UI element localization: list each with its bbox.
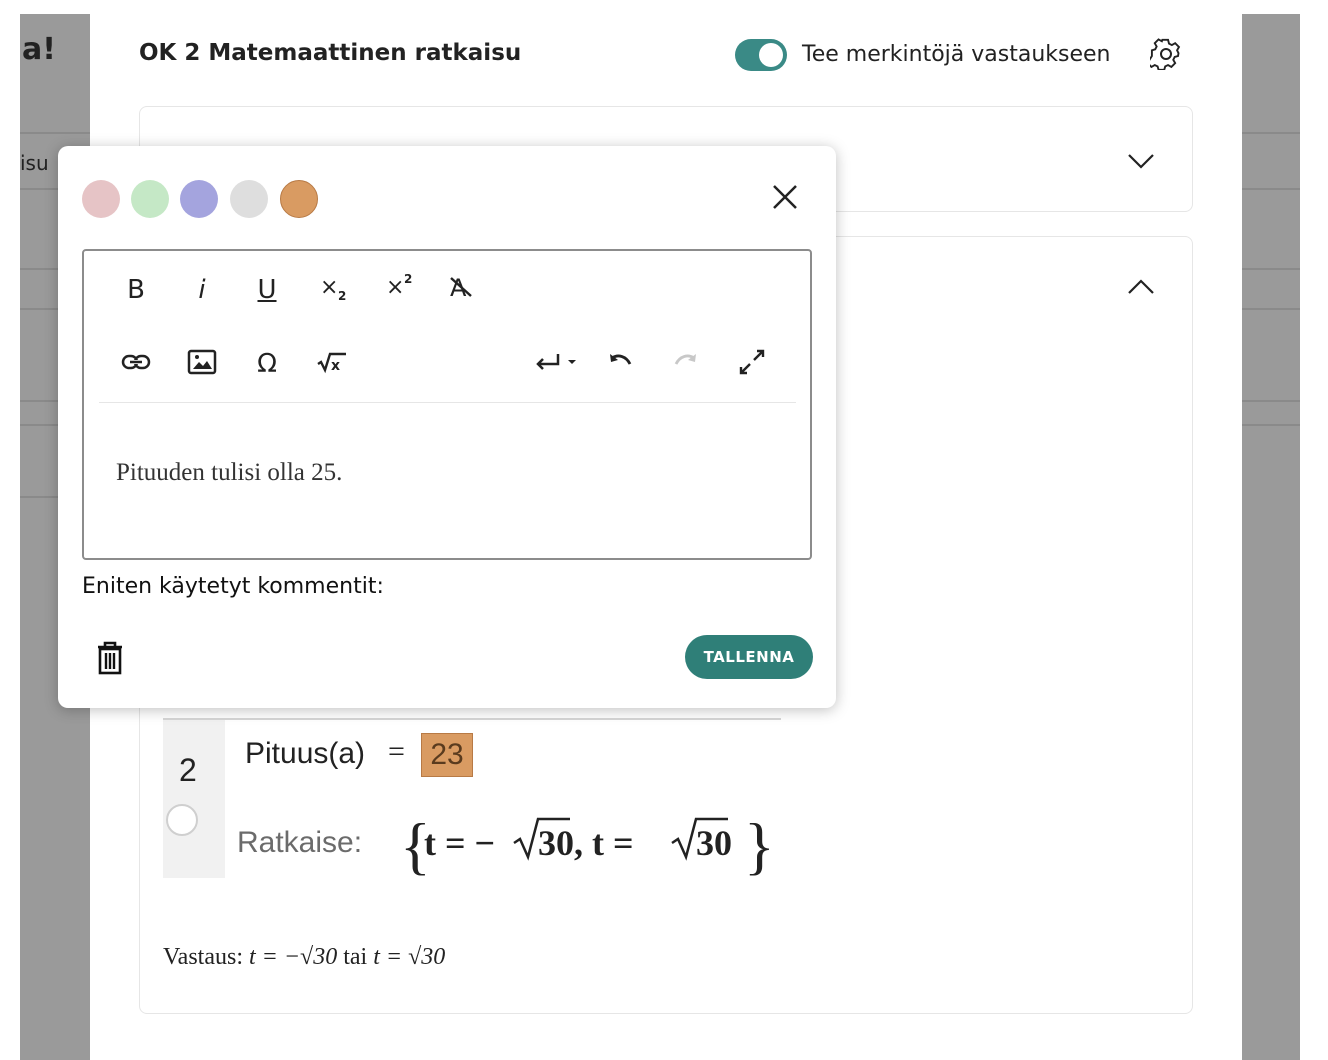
- gear-icon[interactable]: [1150, 38, 1182, 70]
- geogebra-row-number: 2: [179, 752, 197, 788]
- underline-button[interactable]: U: [247, 272, 287, 308]
- italic-button[interactable]: i: [182, 272, 222, 308]
- page-title: OK 2 Matemaattinen ratkaisu: [139, 40, 522, 66]
- svg-text:×: ×: [320, 275, 338, 300]
- geogebra-solve-label: Ratkaise:: [237, 826, 363, 859]
- svg-text:x: x: [331, 358, 340, 374]
- chevron-up-icon[interactable]: [1126, 277, 1156, 297]
- color-swatch-green[interactable]: [131, 180, 169, 218]
- answer-part-1: t = −√30: [249, 944, 338, 970]
- undo-icon[interactable]: [600, 346, 640, 382]
- line-break-icon[interactable]: [532, 346, 582, 382]
- background-divider: [1242, 424, 1300, 426]
- svg-text:2: 2: [338, 289, 346, 303]
- answer-line: Vastaus: t = −√30 tai t = √30: [163, 944, 445, 971]
- geogebra-row-toggle[interactable]: [166, 804, 198, 836]
- special-character-button[interactable]: Ω: [247, 346, 287, 382]
- geogebra-expression-name: Pituus(a): [245, 737, 366, 770]
- background-divider: [1242, 132, 1300, 134]
- answer-label: Vastaus:: [163, 944, 243, 970]
- background-divider: [1242, 400, 1300, 402]
- color-swatch-orange[interactable]: [280, 180, 318, 218]
- background-divider: [1242, 308, 1300, 310]
- answer-part-2: t = √30: [373, 944, 446, 970]
- math-formula-icon[interactable]: x: [312, 346, 352, 382]
- background-divider: [20, 132, 90, 134]
- clear-formatting-icon[interactable]: A: [441, 272, 481, 308]
- solution-right-brace: }: [744, 810, 775, 881]
- common-comments-label: Eniten käytetyt kommentit:: [82, 574, 384, 599]
- annotate-toggle[interactable]: [735, 39, 787, 71]
- superscript-icon[interactable]: × 2: [378, 270, 418, 306]
- geogebra-solution: { t = − 30, t = 30 }: [400, 810, 775, 881]
- background-item-fragment: isu: [20, 151, 49, 175]
- link-icon[interactable]: [116, 346, 156, 382]
- toggle-knob: [759, 43, 783, 67]
- fullscreen-icon[interactable]: [732, 346, 772, 382]
- geogebra-equals-sign: =: [388, 735, 405, 768]
- background-divider: [1242, 268, 1300, 270]
- geogebra-row-gutter: [163, 720, 225, 878]
- color-swatch-gray[interactable]: [230, 180, 268, 218]
- answer-connector: tai: [343, 944, 368, 970]
- redo-icon[interactable]: [666, 346, 706, 382]
- svg-text:×: ×: [386, 275, 404, 300]
- bold-button[interactable]: B: [116, 272, 156, 308]
- svg-text:30, t =: 30, t =: [538, 823, 634, 863]
- save-button[interactable]: TALLENNA: [685, 635, 813, 679]
- trash-icon[interactable]: [94, 640, 126, 676]
- toolbar-divider: [99, 402, 796, 403]
- svg-text:2: 2: [404, 272, 412, 286]
- annotate-toggle-label: Tee merkintöjä vastaukseen: [802, 42, 1111, 67]
- geogebra-row-divider: [163, 718, 781, 720]
- color-swatch-pink[interactable]: [82, 180, 120, 218]
- color-swatch-purple[interactable]: [180, 180, 218, 218]
- highlighted-value[interactable]: 23: [421, 733, 473, 777]
- background-divider: [1242, 188, 1300, 190]
- background-heading-fragment: a!: [22, 32, 56, 67]
- solution-expression: t = −: [424, 823, 495, 863]
- image-icon[interactable]: [182, 346, 222, 382]
- chevron-down-icon[interactable]: [1126, 151, 1156, 171]
- close-icon[interactable]: [770, 182, 800, 212]
- svg-text:30: 30: [696, 823, 732, 863]
- subscript-icon[interactable]: × 2: [312, 272, 352, 308]
- editor-content[interactable]: Pituuden tulisi olla 25.: [116, 459, 342, 487]
